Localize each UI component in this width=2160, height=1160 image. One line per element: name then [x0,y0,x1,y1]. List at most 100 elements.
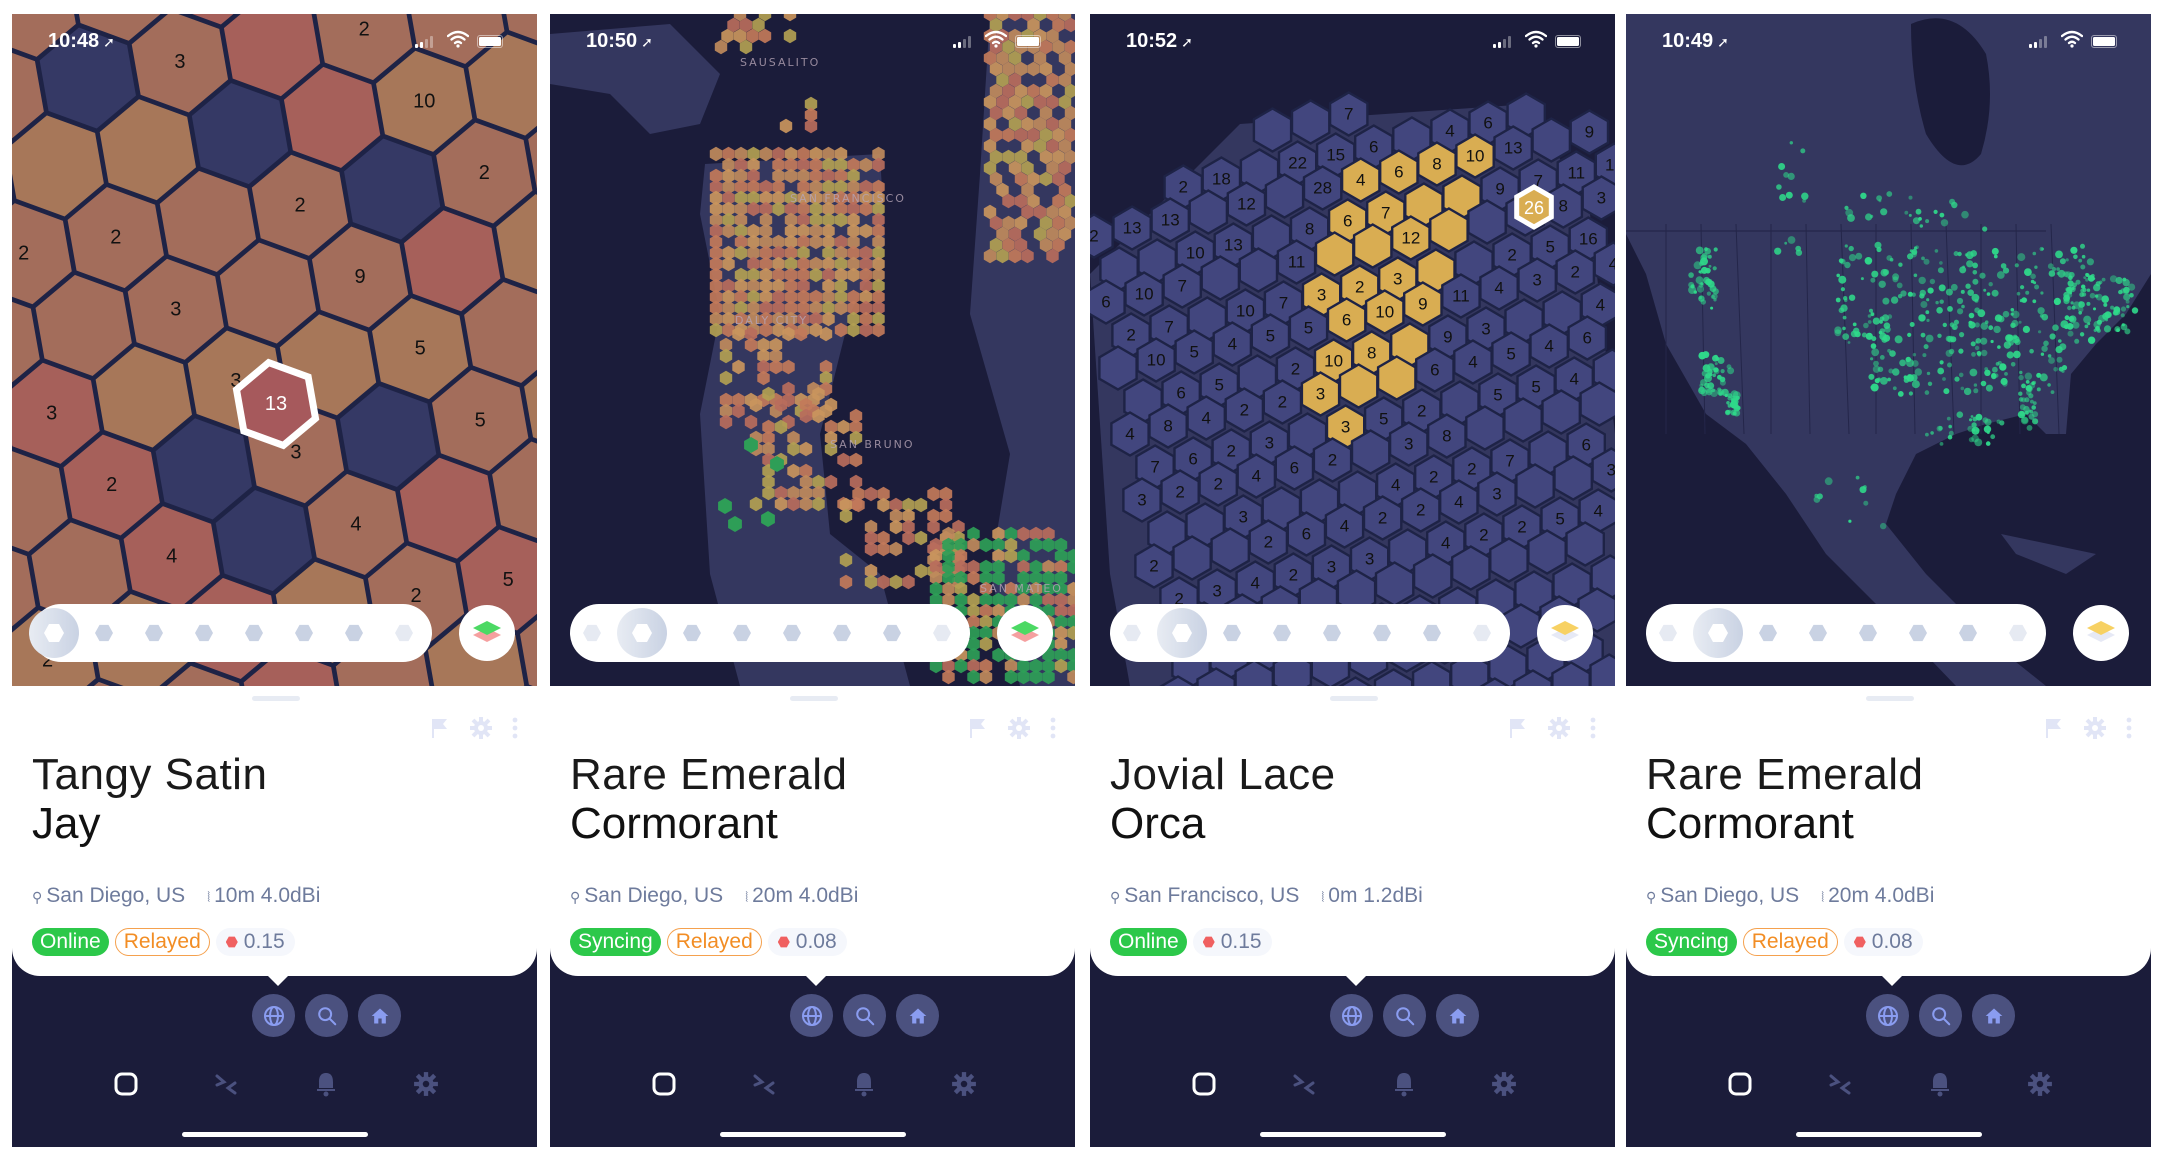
zoom-level-selector[interactable] [1110,604,1510,662]
gear-icon[interactable] [469,716,493,740]
zoom-level-active[interactable] [1157,608,1207,658]
tab-activity[interactable] [1820,1064,1860,1104]
map-canvas[interactable]: 32332322322223421093252544752654313 [12,14,537,686]
zoom-level-step[interactable] [145,624,163,642]
sheet-grabber-handle[interactable] [790,696,838,701]
globe-button[interactable] [1330,994,1373,1037]
zoom-level-step[interactable] [2009,624,2027,642]
gear-icon[interactable] [2083,716,2107,740]
gear-icon[interactable] [1007,716,1031,740]
tab-hotspots[interactable] [644,1064,684,1104]
map-view[interactable] [1626,14,2151,686]
tab-settings[interactable] [2020,1064,2060,1104]
tab-activity[interactable] [1284,1064,1324,1104]
home-indicator[interactable] [1260,1132,1446,1137]
more-options-icon[interactable] [511,716,519,740]
zoom-level-step[interactable] [583,624,601,642]
zoom-level-step[interactable] [1323,624,1341,642]
home-button[interactable] [358,994,401,1037]
zoom-level-step[interactable] [1473,624,1491,642]
zoom-level-step[interactable] [1123,624,1141,642]
home-indicator[interactable] [182,1132,368,1137]
more-options-icon[interactable] [1049,716,1057,740]
map-place-label: SAN MATEO [980,582,1063,595]
zoom-level-step[interactable] [245,624,263,642]
zoom-level-step[interactable] [1859,624,1877,642]
zoom-level-step[interactable] [1759,624,1777,642]
tab-notifications[interactable] [844,1064,884,1104]
tab-notifications[interactable] [1384,1064,1424,1104]
map-view[interactable]: SAUSALITO SAN FRANCISCO DALY CITY SAN BRUNO… [550,14,1075,686]
map-layers-button[interactable] [1537,605,1593,661]
map-canvas[interactable]: SAUSALITOSAN FRANCISCODALY CITYSAN BRUNO… [550,14,1075,686]
zoom-level-step[interactable] [933,624,951,642]
zoom-level-step[interactable] [1223,624,1241,642]
tab-hotspots[interactable] [106,1064,146,1104]
zoom-level-step[interactable] [683,624,701,642]
home-button[interactable] [1972,994,2015,1037]
tab-activity[interactable] [744,1064,784,1104]
sheet-grabber-handle[interactable] [1866,696,1914,701]
hex-count-label: 11 [1288,253,1306,272]
map-view[interactable]: 7 2 18 22 15 6 4 6 2 13 13 12 28 4 6 8 10 13 9 10 13 8 6 7 9 7 11 1… [1090,14,1615,686]
globe-button[interactable] [1866,994,1909,1037]
flag-icon[interactable] [2041,716,2065,740]
tab-notifications[interactable] [306,1064,346,1104]
zoom-level-step[interactable] [95,624,113,642]
globe-button[interactable] [790,994,833,1037]
tab-activity[interactable] [206,1064,246,1104]
search-button[interactable] [1919,994,1962,1037]
tab-settings[interactable] [406,1064,446,1104]
zoom-level-step[interactable] [1809,624,1827,642]
zoom-level-step[interactable] [345,624,363,642]
search-button[interactable] [1383,994,1426,1037]
zoom-level-active[interactable] [1693,608,1743,658]
zoom-level-step[interactable] [1273,624,1291,642]
flag-icon[interactable] [427,716,451,740]
tab-settings[interactable] [1484,1064,1524,1104]
tab-notifications[interactable] [1920,1064,1960,1104]
map-layers-button[interactable] [2073,605,2129,661]
hotspot-square-icon [1728,1072,1752,1096]
globe-button[interactable] [252,994,295,1037]
tab-settings[interactable] [944,1064,984,1104]
flag-icon[interactable] [1505,716,1529,740]
map-canvas[interactable]: 72 1822 15 64 62 13 131228 4 6 8 10 13910 138 6 79 7 11 1… [1090,14,1615,686]
home-button[interactable] [896,994,939,1037]
map-layers-button[interactable] [459,605,515,661]
map-layers-button[interactable] [997,605,1053,661]
zoom-level-selector[interactable] [29,604,432,662]
zoom-level-active[interactable] [29,608,79,658]
search-button[interactable] [843,994,886,1037]
zoom-level-step[interactable] [1909,624,1927,642]
zoom-level-step[interactable] [195,624,213,642]
zoom-level-step[interactable] [1423,624,1441,642]
zoom-level-step[interactable] [733,624,751,642]
zoom-level-step[interactable] [883,624,901,642]
home-indicator[interactable] [720,1132,906,1137]
more-options-icon[interactable] [1589,716,1597,740]
zoom-level-selector[interactable] [570,604,970,662]
zoom-level-step[interactable] [295,624,313,642]
zoom-level-selector[interactable] [1646,604,2046,662]
flag-icon[interactable] [965,716,989,740]
tab-hotspots[interactable] [1184,1064,1224,1104]
home-indicator[interactable] [1796,1132,1982,1137]
tab-hotspots[interactable] [1720,1064,1760,1104]
search-button[interactable] [305,994,348,1037]
zoom-level-active[interactable] [617,608,667,658]
zoom-level-step[interactable] [395,624,413,642]
map-canvas[interactable] [1626,14,2151,686]
gear-icon[interactable] [1547,716,1571,740]
zoom-level-step[interactable] [783,624,801,642]
sheet-grabber-handle[interactable] [1330,696,1378,701]
home-button[interactable] [1436,994,1479,1037]
zoom-level-step[interactable] [1959,624,1977,642]
zoom-level-step[interactable] [1659,624,1677,642]
hotspot-dot [2024,372,2033,380]
zoom-level-step[interactable] [833,624,851,642]
sheet-grabber-handle[interactable] [252,696,300,701]
more-options-icon[interactable] [2125,716,2133,740]
zoom-level-step[interactable] [1373,624,1391,642]
map-view[interactable]: 32332322322223421093252544752654313 [12,14,537,686]
